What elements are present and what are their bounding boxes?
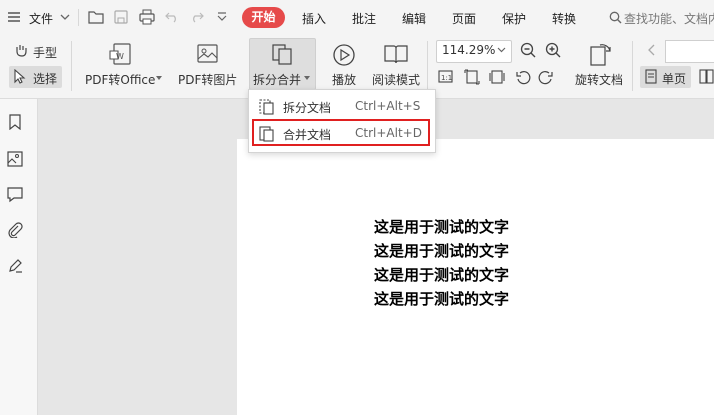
hamburger-icon[interactable]: [7, 11, 21, 23]
doc-line-4: 这是用于测试的文字: [374, 290, 510, 308]
svg-text:W: W: [116, 52, 124, 61]
save-icon[interactable]: [114, 10, 128, 24]
chevron-down-icon[interactable]: [60, 13, 70, 21]
fit-width-icon[interactable]: [489, 69, 505, 85]
two-page-icon[interactable]: [699, 69, 714, 84]
pdf-to-office-icon[interactable]: W: [108, 41, 136, 67]
rotate-left-icon[interactable]: [515, 69, 531, 85]
zoom-out-icon[interactable]: [520, 42, 537, 59]
rotate-document-button[interactable]: 旋转文档: [575, 71, 623, 88]
svg-text:1:1: 1:1: [441, 74, 452, 82]
folder-icon[interactable]: [88, 10, 104, 24]
merge-highlight-box: [252, 119, 430, 146]
tab-page[interactable]: 页面: [452, 10, 476, 27]
comment-icon[interactable]: [7, 187, 23, 203]
chevron-down-icon: [497, 47, 506, 53]
tab-edit[interactable]: 编辑: [402, 10, 426, 27]
split-document-label: 拆分文档: [283, 101, 332, 115]
split-document-icon: [259, 99, 274, 115]
select-tool: 选择: [33, 72, 58, 86]
redo-icon[interactable]: [190, 11, 204, 23]
pdf-to-image-icon[interactable]: [196, 42, 220, 66]
rotate-right-icon[interactable]: [538, 69, 554, 85]
actual-size-icon[interactable]: 1:1: [438, 69, 454, 85]
cursor-icon: [14, 69, 26, 84]
single-page-icon: [645, 69, 657, 84]
play-button[interactable]: 播放: [332, 71, 356, 88]
menu-item-split-document[interactable]: 拆分文档 Ctrl+Alt+S: [249, 94, 435, 120]
customize-dropdown-icon[interactable]: [217, 12, 227, 22]
signature-icon[interactable]: [7, 258, 23, 274]
split-merge-label: 拆分合并: [253, 73, 302, 87]
tab-convert[interactable]: 转换: [552, 10, 576, 27]
tab-start[interactable]: 开始: [242, 7, 285, 28]
search-input[interactable]: 查找功能、文档内: [624, 10, 714, 27]
fit-page-icon[interactable]: [464, 69, 480, 85]
attachment-icon[interactable]: [7, 222, 23, 238]
undo-icon[interactable]: [165, 11, 179, 23]
single-page-label: 单页: [662, 72, 687, 86]
read-mode-icon[interactable]: [383, 43, 409, 65]
hand-tool[interactable]: 手型: [33, 44, 57, 61]
print-icon[interactable]: [139, 9, 155, 25]
file-menu[interactable]: 文件: [29, 10, 53, 27]
tab-annotate[interactable]: 批注: [352, 10, 376, 27]
zoom-value: 114.29%: [442, 43, 496, 57]
tab-insert[interactable]: 插入: [302, 10, 326, 27]
caret-down-icon: [304, 76, 310, 80]
rotate-document-icon[interactable]: [586, 41, 614, 67]
thumbnail-icon[interactable]: [7, 151, 23, 167]
pdf-to-office-button[interactable]: PDF转Office: [85, 71, 155, 88]
left-sidebar: [0, 99, 38, 415]
split-merge-icon: [270, 42, 294, 66]
menu-bar: 文件 开始 插入 批注 编辑 页面 保护 转换 查找功能、文档内: [0, 0, 714, 35]
tab-protect[interactable]: 保护: [502, 10, 526, 27]
hand-tool-icon[interactable]: [14, 43, 28, 57]
doc-line-1: 这是用于测试的文字: [374, 218, 510, 236]
split-document-shortcut: Ctrl+Alt+S: [355, 99, 421, 113]
doc-line-2: 这是用于测试的文字: [374, 242, 510, 260]
play-icon[interactable]: [332, 43, 356, 67]
chevron-left-icon[interactable]: [647, 44, 655, 56]
read-mode-button[interactable]: 阅读模式: [372, 71, 420, 88]
zoom-in-icon[interactable]: [545, 42, 562, 59]
page-number-input[interactable]: [665, 40, 714, 63]
pdf-to-image-button[interactable]: PDF转图片: [178, 71, 237, 88]
doc-line-3: 这是用于测试的文字: [374, 266, 510, 284]
search-icon[interactable]: [609, 11, 622, 24]
bookmark-icon[interactable]: [8, 114, 22, 130]
caret-down-icon: [156, 76, 162, 80]
